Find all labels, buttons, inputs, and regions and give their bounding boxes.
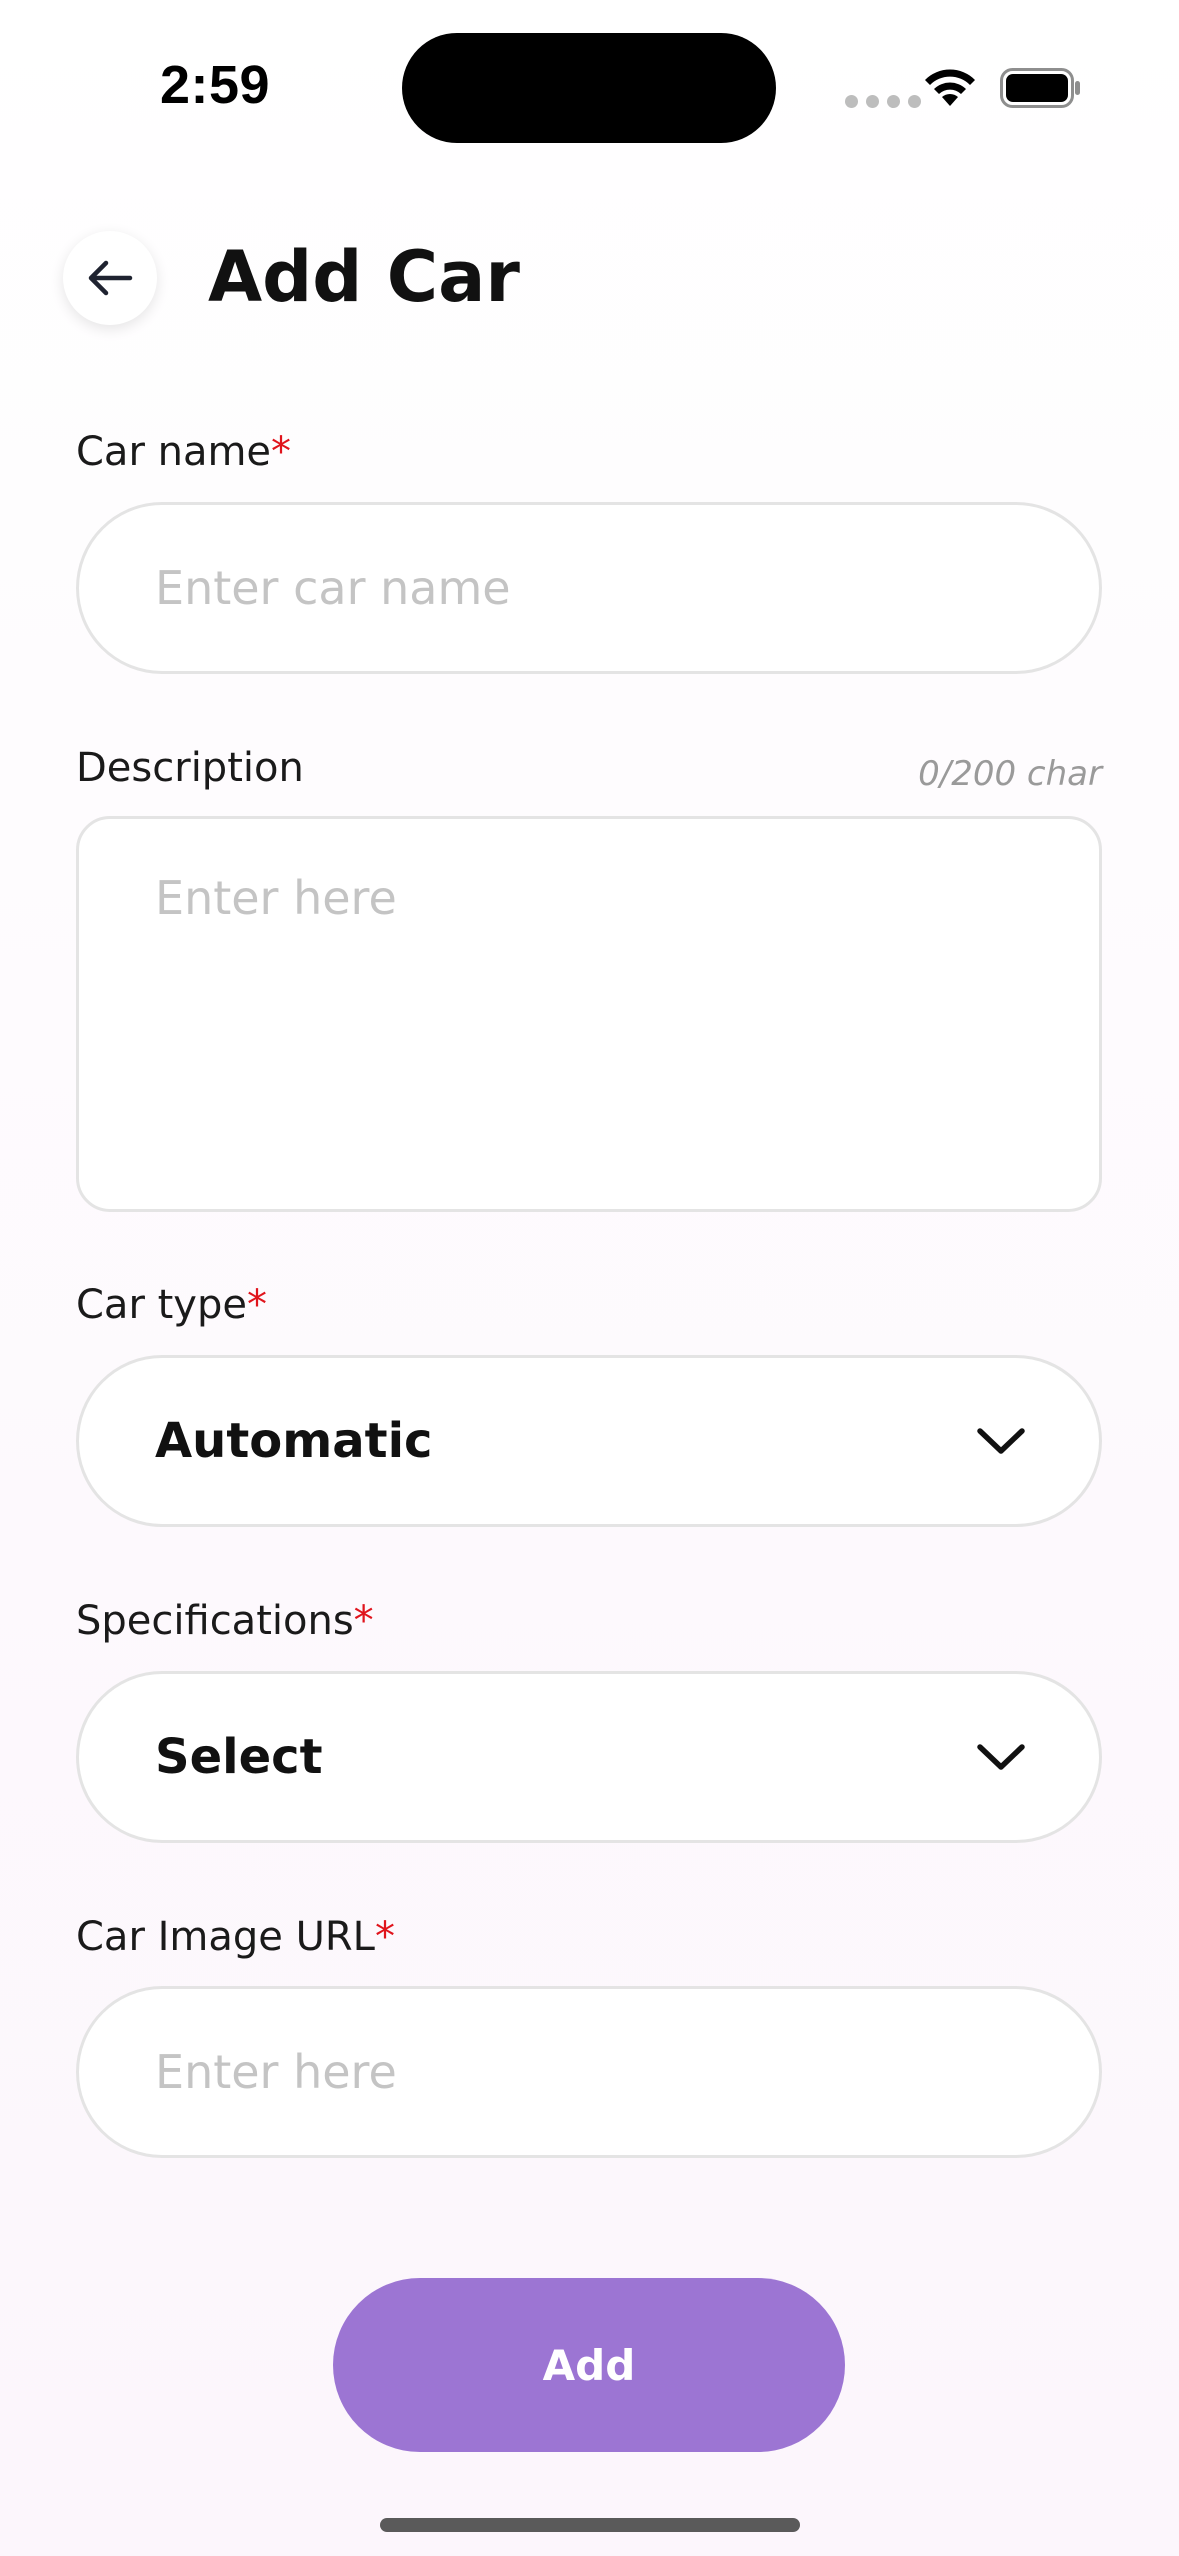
required-mark: * <box>353 1598 374 1644</box>
car-type-select[interactable]: Automatic <box>76 1355 1102 1527</box>
specifications-selected-value: Select <box>155 1729 323 1785</box>
description-field[interactable] <box>76 816 1102 1212</box>
required-mark: * <box>374 1914 395 1960</box>
chevron-down-icon <box>977 1744 1025 1770</box>
description-char-count: 0/200 char <box>918 754 1102 794</box>
car-name-label: Car name* <box>76 427 291 477</box>
description-label: Description <box>76 745 304 791</box>
car-type-selected-value: Automatic <box>155 1413 433 1469</box>
car-name-field[interactable] <box>76 502 1102 674</box>
description-input[interactable] <box>155 871 1023 1157</box>
dynamic-island <box>402 33 776 143</box>
arrow-left-icon <box>88 260 133 296</box>
image-url-label-text: Car Image URL <box>76 1914 375 1960</box>
add-button[interactable]: Add <box>333 2278 845 2452</box>
required-mark: * <box>271 429 292 475</box>
image-url-label: Car Image URL* <box>76 1912 395 1962</box>
battery-icon <box>1000 68 1080 108</box>
image-url-input[interactable] <box>155 2045 1023 2099</box>
image-url-field[interactable] <box>76 1986 1102 2158</box>
required-mark: * <box>246 1282 267 1328</box>
car-name-input[interactable] <box>155 561 1023 615</box>
specifications-label: Specifications* <box>76 1596 374 1646</box>
specifications-label-text: Specifications <box>76 1598 354 1644</box>
chevron-down-icon <box>977 1428 1025 1454</box>
back-button[interactable] <box>63 231 157 325</box>
page-title: Add Car <box>208 236 520 318</box>
wifi-icon <box>925 69 975 106</box>
cellular-signal-icon <box>845 95 921 108</box>
car-type-label: Car type* <box>76 1280 267 1330</box>
car-type-label-text: Car type <box>76 1282 247 1328</box>
status-time: 2:59 <box>160 55 271 115</box>
specifications-select[interactable]: Select <box>76 1671 1102 1843</box>
home-indicator[interactable] <box>380 2518 800 2532</box>
car-name-label-text: Car name <box>76 429 272 475</box>
